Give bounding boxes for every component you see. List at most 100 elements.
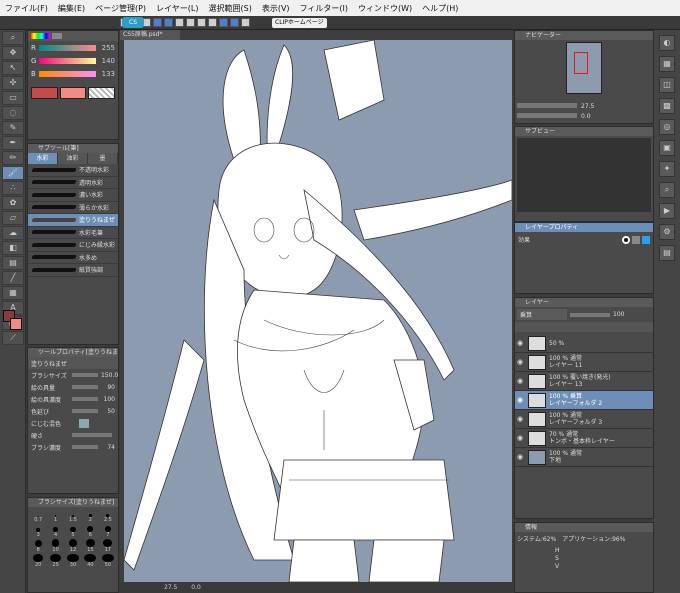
tool-icon[interactable]: ✦ [659,161,675,177]
eraser-tool-icon[interactable]: ▱ [2,211,24,225]
figure-tool-icon[interactable]: ╱ [2,271,24,285]
layer-row[interactable]: ◉ 100 % 通常 レイヤー 11 [515,353,653,372]
visibility-eye-icon[interactable]: ◉ [515,453,525,461]
layer-row[interactable]: ◉ 100 % 覆い焼き(発光) レイヤー 13 [515,372,653,391]
transform-icon[interactable] [186,18,195,27]
visibility-eye-icon[interactable]: ◉ [515,415,525,423]
menu-view[interactable]: 表示(V) [257,3,295,14]
hardness-slider[interactable] [72,433,112,437]
blend-tool-icon[interactable]: ☁ [2,226,24,240]
paint-density-slider[interactable] [72,397,98,401]
visibility-eye-icon[interactable]: ◉ [515,396,525,404]
brush-size-preset[interactable]: 1 [47,509,63,523]
visibility-eye-icon[interactable]: ◉ [515,339,525,347]
tone-effect-icon[interactable] [632,235,640,244]
brush-size-preset[interactable]: 10 [47,539,63,553]
brush-size-preset[interactable]: 15 [82,539,98,553]
eyedropper-icon[interactable]: ✎ [2,121,24,135]
invert-selection-icon[interactable] [208,18,217,27]
zoom-tool-icon[interactable]: ⌕ [2,31,24,45]
layer-row[interactable]: ◉ 100 % 乗算 レイヤーフォルダ 2 [515,391,653,410]
brush-size-preset[interactable]: 30 [65,554,81,568]
airbrush-tool-icon[interactable]: ∴ [2,181,24,195]
redo-icon[interactable] [164,18,173,27]
color-history-icon[interactable]: ◎ [659,119,675,135]
layer-toolbar[interactable] [515,322,653,332]
tab-ink[interactable]: 墨 [88,153,118,164]
decoration-tool-icon[interactable]: ✿ [2,196,24,210]
paint-amount-slider[interactable] [72,385,98,389]
brush-size-preset[interactable]: 8 [30,539,46,553]
intermediate-color-icon[interactable]: ◫ [659,77,675,93]
sub-color-swatch[interactable] [10,318,22,330]
pen-tool-icon[interactable]: ✒ [2,136,24,150]
canvas-artwork[interactable] [124,40,512,582]
lasso-tool-icon[interactable]: ◌ [2,106,24,120]
menu-file[interactable]: ファイル(F) [0,3,53,14]
layer-row[interactable]: ◉ 50 % [515,334,653,353]
opacity-value[interactable]: 100 [613,311,624,318]
navigator-view-rect[interactable] [574,52,588,74]
snap-grid-icon[interactable] [241,18,250,27]
menu-help[interactable]: ヘルプ(H) [417,3,463,14]
nav-rotate-slider[interactable] [517,113,577,118]
visibility-eye-icon[interactable]: ◉ [515,377,525,385]
undo-icon[interactable] [153,18,162,27]
brush-size-preset[interactable]: 25 [47,554,63,568]
transparent-color-chip[interactable] [88,87,116,99]
item-bank-icon[interactable]: ▤ [659,245,675,261]
blend-mode-select[interactable]: 乗算 [517,309,567,320]
brush-size-preset[interactable]: 12 [65,539,81,553]
color-wheel-icon[interactable]: ◐ [659,35,675,51]
brush-density-slider[interactable] [72,445,98,449]
color-set-icon[interactable]: ▦ [659,56,675,72]
brush-item[interactable]: 水彩毛筆 [28,227,118,239]
layer-row[interactable]: ◉ 100 % 通常 レイヤーフォルダ 3 [515,410,653,429]
brush-size-preset[interactable]: 3 [30,524,46,538]
angle-readout[interactable]: 0.0 [191,584,201,591]
brush-item[interactable]: 紙質強調 [28,264,118,277]
nav-zoom-value[interactable]: 27.5 [581,103,594,111]
color-stretch-slider[interactable] [72,409,98,413]
green-value[interactable]: 140 [99,57,115,65]
brush-item[interactable]: 透明水彩 [28,177,118,189]
menu-selection[interactable]: 選択範囲(S) [204,3,257,14]
fill-tool-icon[interactable]: ◧ [2,241,24,255]
brush-size-preset[interactable]: 20 [30,554,46,568]
brush-item-selected[interactable]: 塗りうねまぜ [28,214,118,227]
paint-density-value[interactable]: 100 [101,396,115,403]
menu-window[interactable]: ウィンドウ(W) [353,3,417,14]
ruler-tool-icon[interactable]: ⟋ [2,331,24,345]
brush-item[interactable]: 不透明水彩 [28,164,118,177]
snap-ruler-icon[interactable] [230,18,239,27]
layer-move-icon[interactable]: ✣ [2,76,24,90]
brush-size-preset[interactable]: 0.7 [30,509,46,523]
layer-color-icon[interactable] [642,235,650,244]
brush-size-preset[interactable]: 4 [47,524,63,538]
brush-item[interactable]: 濃い水彩 [28,189,118,202]
blend-toggle[interactable] [79,418,89,428]
auto-action-icon[interactable]: ⚙ [659,224,675,240]
tab-watercolor[interactable]: 水彩 [28,153,58,164]
layer-row[interactable]: ◉ 100 % 通常 下地 [515,448,653,467]
brush-size-preset[interactable]: 7 [100,524,116,538]
brush-density-value[interactable]: 74 [101,444,115,451]
zoom-readout[interactable]: 27.5 [164,584,177,591]
menu-layer[interactable]: レイヤー(L) [151,3,203,14]
red-value[interactable]: 255 [99,44,115,52]
visibility-eye-icon[interactable]: ◉ [515,434,525,442]
opacity-slider[interactable] [570,312,610,317]
brush-size-preset[interactable]: 40 [82,554,98,568]
brush-size-slider[interactable] [72,373,98,377]
select-tool-icon[interactable]: ▭ [2,91,24,105]
menu-page[interactable]: ページ管理(P) [90,3,151,14]
brush-size-preset[interactable]: 6 [82,524,98,538]
brush-item[interactable]: にじみ縁水彩 [28,239,118,252]
clear-icon[interactable] [175,18,184,27]
menu-filter[interactable]: フィルター(I) [295,3,353,14]
tab-oil[interactable]: 油彩 [58,153,88,164]
color-stretch-value[interactable]: 50 [101,408,115,415]
brush-size-preset[interactable]: 1.5 [65,509,81,523]
brush-item[interactable]: 薄らか水彩 [28,202,118,214]
approx-color-icon[interactable]: ▩ [659,98,675,114]
